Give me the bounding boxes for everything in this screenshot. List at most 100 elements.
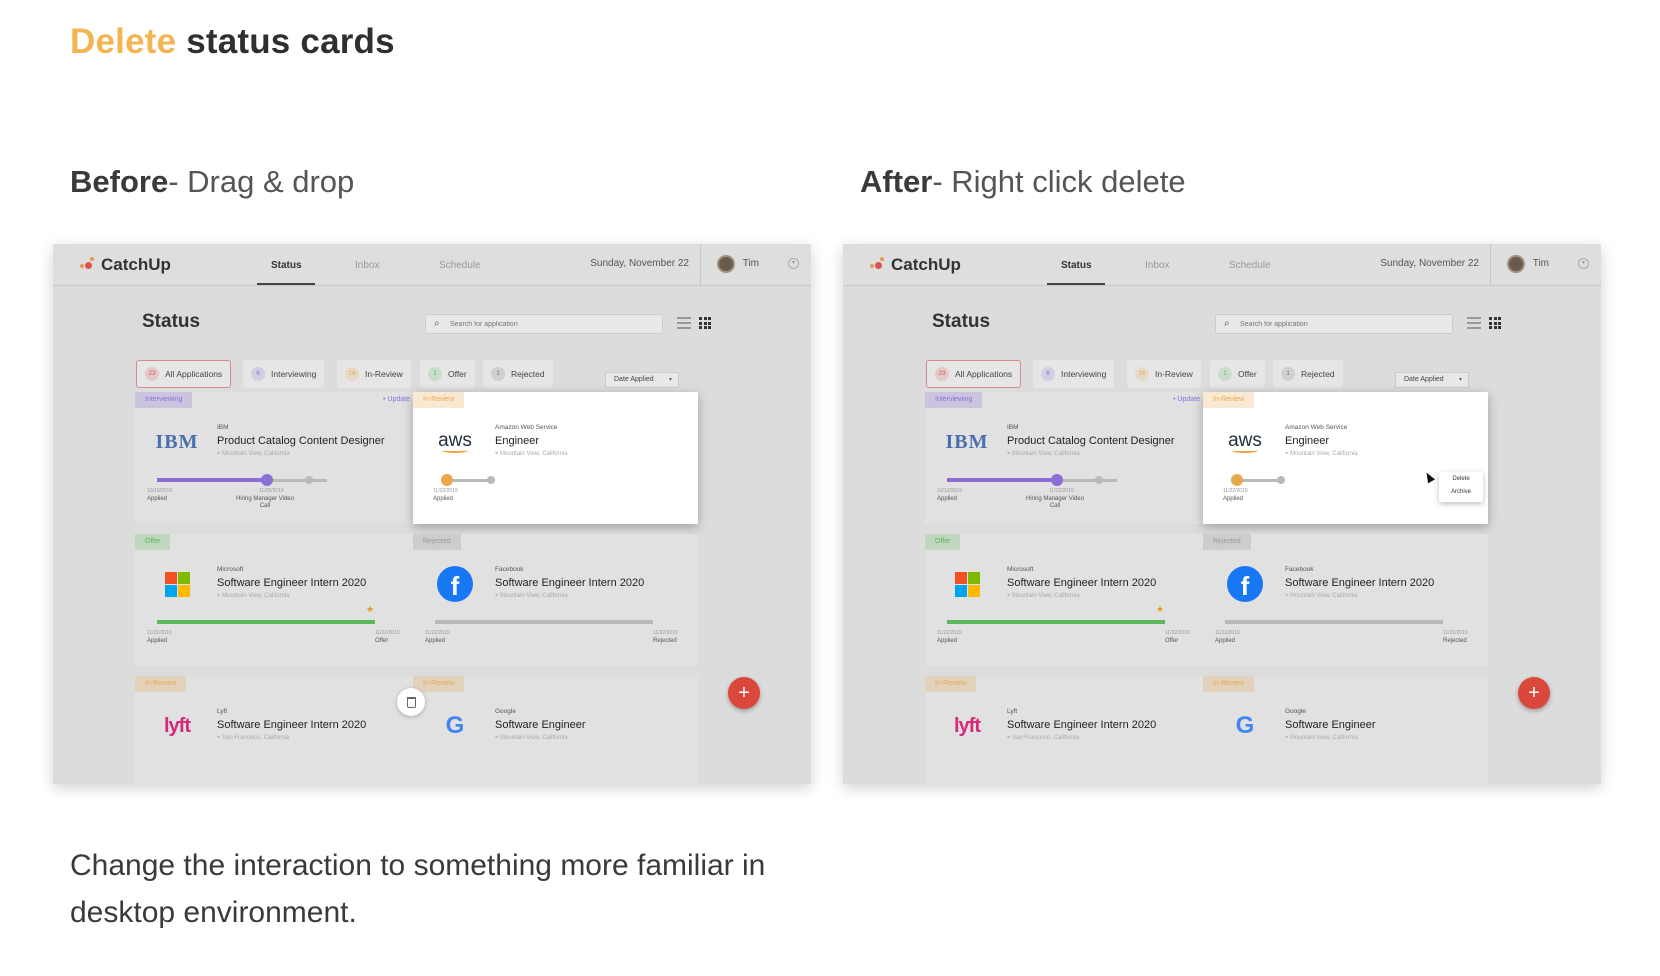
ibm-logo-text: IBM xyxy=(155,430,199,453)
google-logo-text: G xyxy=(445,712,465,739)
app-logo[interactable]: CatchUp xyxy=(869,255,961,275)
facebook-logo-text: f xyxy=(437,566,473,602)
card-role: Software Engineer Intern 2020 xyxy=(1285,577,1435,589)
status-card-facebook[interactable]: Rejected f Facebook Software Engineer Inter… xyxy=(1203,534,1488,666)
search-input[interactable] xyxy=(450,317,650,331)
trophy-icon: ★ xyxy=(366,604,375,614)
tab-schedule[interactable]: Schedule xyxy=(439,260,481,271)
add-application-button[interactable]: + xyxy=(728,677,760,709)
status-card-google[interactable]: In-Review G Google Software Engineer ⌖ Mount… xyxy=(413,676,698,784)
progress-end-dot xyxy=(1277,476,1285,484)
aws-logo-text: aws xyxy=(1228,429,1262,451)
filter-label: In-Review xyxy=(1155,369,1193,379)
filter-chip-all-applications[interactable]: 23 All Applications xyxy=(926,360,1022,388)
card-location: ⌖ San Francisco, California xyxy=(217,735,289,742)
progress-current-dot xyxy=(261,474,273,486)
card-location-text: Mountain View, California xyxy=(1290,735,1358,741)
status-card-amazon-web-service[interactable]: In-Review aws Amazon Web Service Engineer ⌖ … xyxy=(1203,392,1488,524)
header-username: Tim xyxy=(742,258,759,269)
google-logo: G xyxy=(433,706,477,746)
status-card-ibm[interactable]: Interviewing • Update IBM IBM Product Catalo… xyxy=(135,392,420,524)
progress-fill xyxy=(157,620,375,624)
avatar[interactable] xyxy=(1507,255,1525,273)
app-logo[interactable]: CatchUp xyxy=(79,255,171,275)
add-application-button[interactable]: + xyxy=(1518,677,1550,709)
grid-view-icon[interactable] xyxy=(699,317,711,329)
header-divider xyxy=(700,244,701,286)
tick-label: Applied xyxy=(425,638,446,644)
sort-select[interactable]: Date Applied ▾ xyxy=(1395,372,1469,388)
list-view-icon[interactable] xyxy=(677,317,691,329)
status-badge: Interviewing xyxy=(925,392,983,408)
app-header: CatchUp Status Inbox Schedule Sunday, Novemb… xyxy=(53,244,811,286)
tab-inbox[interactable]: Inbox xyxy=(1145,260,1169,271)
status-card-lyft[interactable]: In-Review lyft Lyft Software Engineer Inter… xyxy=(135,676,420,784)
filter-count: 6 xyxy=(251,367,265,381)
card-role: Software Engineer Intern 2020 xyxy=(217,577,367,589)
grid-view-icon[interactable] xyxy=(1489,317,1501,329)
card-company: Amazon Web Service xyxy=(1285,424,1348,431)
status-card-lyft[interactable]: In-Review lyft Lyft Software Engineer Inter… xyxy=(925,676,1210,784)
after-caption-rest: - Right click delete xyxy=(932,164,1186,199)
context-menu-archive[interactable]: Archive xyxy=(1439,489,1483,495)
update-link[interactable]: • Update xyxy=(1173,396,1200,403)
card-role: Software Engineer Intern 2020 xyxy=(1007,719,1157,731)
status-badge: In-Review xyxy=(413,392,465,408)
progress-end-dot xyxy=(487,476,495,484)
filter-chip-interviewing[interactable]: 6 Interviewing xyxy=(1033,360,1115,388)
card-location-text: Mountain View, California xyxy=(1012,593,1080,599)
card-role: Software Engineer Intern 2020 xyxy=(495,577,645,589)
status-card-amazon-web-service[interactable]: In-Review aws Amazon Web Service Engineer ⌖ … xyxy=(413,392,698,524)
card-location: ⌖ Mountain View, California xyxy=(217,593,290,600)
search-box[interactable]: ⌕ xyxy=(425,314,663,334)
update-link[interactable]: • Update xyxy=(383,396,410,403)
status-card-google[interactable]: In-Review G Google Software Engineer ⌖ Mount… xyxy=(1203,676,1488,784)
tab-status[interactable]: Status xyxy=(1061,260,1092,271)
card-location: ⌖ Mountain View, California xyxy=(495,593,568,600)
status-card-microsoft[interactable]: Offer Microsoft Software Engineer Intern 2… xyxy=(135,534,420,666)
before-caption-bold: Before xyxy=(70,164,169,199)
status-card-microsoft[interactable]: Offer Microsoft Software Engineer Intern 2… xyxy=(925,534,1210,666)
google-logo-text: G xyxy=(1235,712,1255,739)
before-screenshot: CatchUp Status Inbox Schedule Sunday, Novemb… xyxy=(53,244,811,784)
aws-smile-icon xyxy=(1232,448,1258,453)
card-location: ⌖ Mountain View, California xyxy=(1007,593,1080,600)
filter-chip-rejected[interactable]: 1 Rejected xyxy=(483,360,553,388)
status-badge: In-Review xyxy=(1203,392,1255,408)
tab-status[interactable]: Status xyxy=(271,260,302,271)
filter-chip-offer[interactable]: 1 Offer xyxy=(420,360,475,388)
page-title-rest: status cards xyxy=(176,22,395,61)
card-location: ⌖ Mountain View, California xyxy=(1007,451,1080,458)
facebook-logo: f xyxy=(433,564,477,604)
tab-inbox[interactable]: Inbox xyxy=(355,260,379,271)
chevron-down-icon[interactable]: ▾ xyxy=(788,258,799,269)
filter-chip-in-review[interactable]: 16 In-Review xyxy=(337,360,411,388)
filter-chip-all-applications[interactable]: 23 All Applications xyxy=(136,360,232,388)
tab-schedule[interactable]: Schedule xyxy=(1229,260,1271,271)
filter-chip-in-review[interactable]: 16 In-Review xyxy=(1127,360,1201,388)
aws-logo: aws xyxy=(433,422,477,462)
search-input[interactable] xyxy=(1240,317,1440,331)
filter-chip-offer[interactable]: 1 Offer xyxy=(1210,360,1265,388)
trash-drop-target[interactable] xyxy=(397,688,425,716)
status-card-ibm[interactable]: Interviewing • Update IBM IBM Product Catalo… xyxy=(925,392,1210,524)
filter-chip-interviewing[interactable]: 6 Interviewing xyxy=(243,360,325,388)
lyft-logo: lyft xyxy=(155,706,199,746)
card-location-text: Mountain View, California xyxy=(500,451,568,457)
card-location: ⌖ Mountain View, California xyxy=(495,735,568,742)
status-card-facebook[interactable]: Rejected f Facebook Software Engineer Inter… xyxy=(413,534,698,666)
card-company: Microsoft xyxy=(217,566,244,573)
list-view-icon[interactable] xyxy=(1467,317,1481,329)
filter-count: 23 xyxy=(935,367,949,381)
progress-fill xyxy=(947,478,1057,482)
card-location-text: San Francisco, California xyxy=(1012,735,1080,741)
tick-label: Offer xyxy=(375,638,389,644)
tick-label: Applied xyxy=(937,638,958,644)
search-box[interactable]: ⌕ xyxy=(1215,314,1453,334)
avatar[interactable] xyxy=(717,255,735,273)
context-menu-delete[interactable]: Delete xyxy=(1439,476,1483,482)
chevron-down-icon[interactable]: ▾ xyxy=(1578,258,1589,269)
filter-chip-rejected[interactable]: 1 Rejected xyxy=(1273,360,1343,388)
sort-select[interactable]: Date Applied ▾ xyxy=(605,372,679,388)
card-role: Product Catalog Content Designer xyxy=(217,435,385,447)
